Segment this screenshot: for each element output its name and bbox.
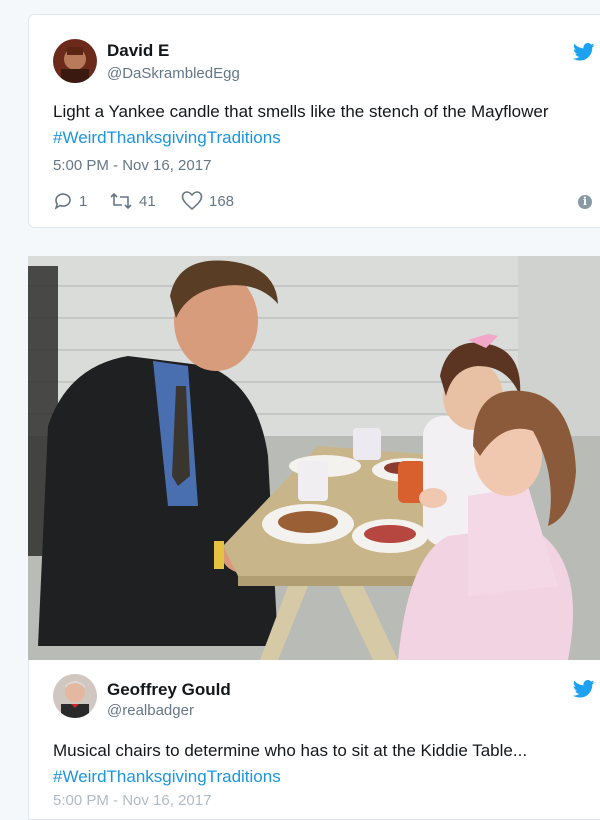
tweet-text-body: Musical chairs to determine who has to s… [53,741,528,760]
timestamp[interactable]: 5:00 PM - Nov 16, 2017 [53,157,211,174]
author-handle[interactable]: @DaSkrambledEgg [107,65,240,82]
reply-button[interactable]: 1 [53,191,87,211]
avatar[interactable] [53,674,97,718]
reply-count: 1 [79,192,88,210]
tweet-photo[interactable] [28,256,600,660]
tweet-card-1: David E @DaSkrambledEgg Light a Yankee c… [28,14,600,228]
retweet-count: 41 [139,192,156,210]
twitter-bird-icon[interactable] [572,43,597,67]
tweet-text: Light a Yankee candle that smells like t… [53,99,573,151]
like-count: 168 [209,192,235,210]
hashtag-link[interactable]: #WeirdThanksgivingTraditions [53,128,281,147]
retweet-button[interactable]: 41 [109,191,156,211]
like-button[interactable]: 168 [181,191,234,211]
photo-image [28,256,600,660]
hashtag-link[interactable]: #WeirdThanksgivingTraditions [53,767,281,786]
tweet-text: Musical chairs to determine who has to s… [53,738,598,790]
tweet-text-body: Light a Yankee candle that smells like t… [53,102,549,121]
info-icon[interactable]: i [578,195,592,209]
retweet-icon [110,192,132,210]
author-handle[interactable]: @realbadger [107,702,194,719]
reply-icon [54,193,71,210]
timestamp[interactable]: 5:00 PM - Nov 16, 2017 [53,792,211,809]
avatar[interactable] [53,39,97,83]
author-name[interactable]: Geoffrey Gould [107,680,231,700]
author-name[interactable]: David E [107,41,169,61]
like-heart-icon [181,191,203,211]
twitter-bird-icon[interactable] [572,680,597,704]
tweet-card-2: Geoffrey Gould @realbadger Musical chair… [28,660,600,820]
